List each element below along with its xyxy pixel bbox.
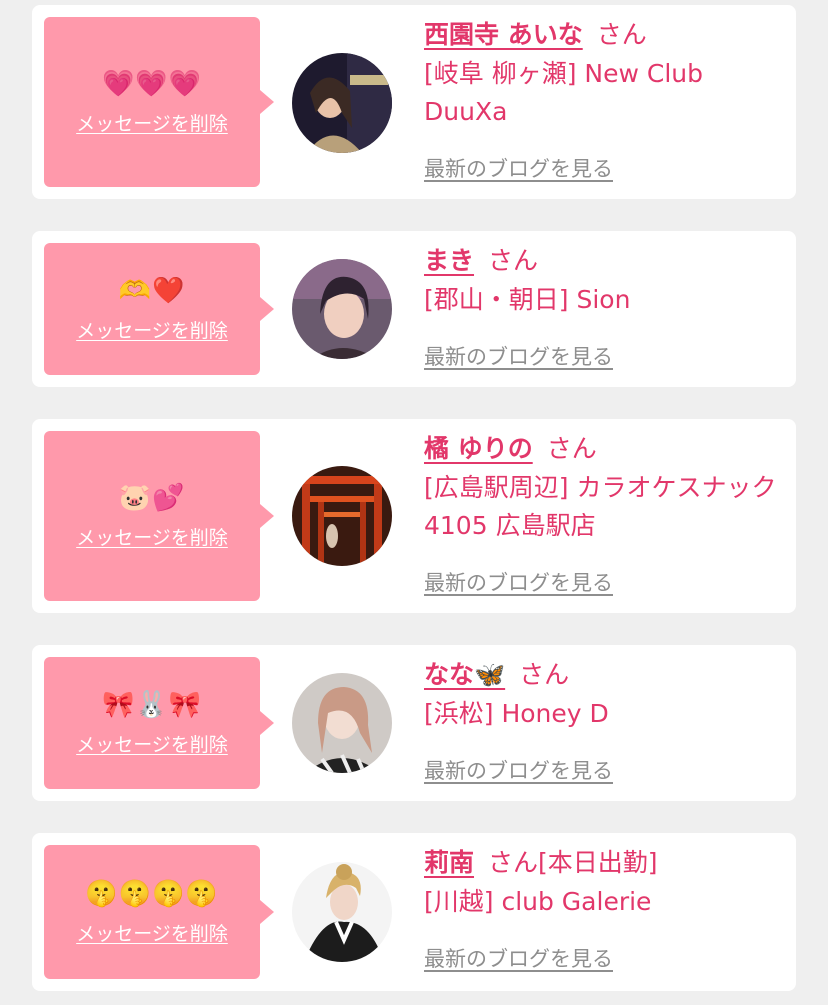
latest-blog-link[interactable]: 最新のブログを見る [424, 153, 613, 183]
message-bubble: 🎀🐰🎀 メッセージを削除 [44, 657, 274, 789]
honorific: さん [488, 246, 539, 275]
stamp-emoji: 🐷💕 [118, 482, 186, 513]
cast-info: なな🦋 さん [浜松] Honey D [424, 655, 784, 733]
honorific: さん [596, 20, 647, 49]
latest-blog-link[interactable]: 最新のブログを見る [424, 567, 613, 597]
honorific: さん[本日出勤] [488, 848, 658, 877]
delete-message-link[interactable]: メッセージを削除 [76, 316, 228, 343]
name-line: 莉南 さん[本日出勤] [424, 843, 784, 883]
cast-info: 西園寺 あいな さん [岐阜 柳ヶ瀬] New Club DuuXa [424, 15, 784, 131]
avatar[interactable] [292, 259, 392, 359]
honorific: さん [546, 434, 597, 463]
shop-name: [広島駅周辺] カラオケスナック 4105 広島駅店 [424, 473, 777, 540]
message-card: 🐷💕 メッセージを削除 橘 ゆりの さん [広島駅周辺] カラオケスナック 410… [32, 419, 796, 613]
name-line: まき さん [424, 241, 784, 281]
photo-avatar-icon [292, 862, 392, 962]
cast-info: 莉南 さん[本日出勤] [川越] club Galerie [424, 843, 784, 921]
name-line: 西園寺 あいな さん [424, 15, 784, 55]
avatar[interactable] [292, 53, 392, 153]
delete-message-link[interactable]: メッセージを削除 [76, 730, 228, 757]
avatar[interactable] [292, 862, 392, 962]
delete-message-link[interactable]: メッセージを削除 [76, 109, 228, 136]
latest-blog-link[interactable]: 最新のブログを見る [424, 341, 613, 371]
message-bubble: 🤫🤫🤫🤫 メッセージを削除 [44, 845, 274, 979]
shop-name: [郡山・朝日] Sion [424, 285, 631, 314]
stamp-emoji: 🤫🤫🤫🤫 [85, 878, 219, 909]
message-bubble: 🐷💕 メッセージを削除 [44, 431, 274, 601]
cast-name-link[interactable]: 莉南 [424, 848, 474, 877]
cast-name-link[interactable]: 橘 ゆりの [424, 434, 533, 463]
cast-info: まき さん [郡山・朝日] Sion [424, 241, 784, 319]
message-card: 🤫🤫🤫🤫 メッセージを削除 莉南 さん[本日出勤] [川越] club Galer… [32, 833, 796, 991]
message-bubble: 💗💗💗 メッセージを削除 [44, 17, 274, 187]
stamp-emoji: 🫶❤️ [118, 275, 186, 306]
avatar[interactable] [292, 466, 392, 566]
shop-name: [岐阜 柳ヶ瀬] New Club DuuXa [424, 59, 703, 126]
message-bubble: 🫶❤️ メッセージを削除 [44, 243, 274, 375]
latest-blog-link[interactable]: 最新のブログを見る [424, 755, 613, 785]
cast-info: 橘 ゆりの さん [広島駅周辺] カラオケスナック 4105 広島駅店 [424, 429, 784, 545]
latest-blog-link[interactable]: 最新のブログを見る [424, 943, 613, 973]
shop-name: [川越] club Galerie [424, 887, 652, 916]
photo-avatar-icon [292, 53, 392, 153]
delete-message-link[interactable]: メッセージを削除 [76, 523, 228, 550]
name-line: なな🦋 さん [424, 655, 784, 695]
avatar[interactable] [292, 673, 392, 773]
cast-name-link[interactable]: 西園寺 あいな [424, 20, 583, 49]
cast-name-link[interactable]: まき [424, 246, 474, 275]
photo-avatar-icon [292, 259, 392, 359]
delete-message-link[interactable]: メッセージを削除 [76, 919, 228, 946]
stamp-emoji: 🎀🐰🎀 [101, 689, 203, 720]
message-card: 🎀🐰🎀 メッセージを削除 なな🦋 さん [浜松] Honey D 最新のブログを見… [32, 645, 796, 801]
name-line: 橘 ゆりの さん [424, 429, 784, 469]
cast-name-link[interactable]: なな🦋 [424, 660, 505, 689]
honorific: さん [519, 660, 570, 689]
photo-avatar-icon [292, 673, 392, 773]
photo-avatar-icon [292, 466, 392, 566]
stamp-emoji: 💗💗💗 [101, 68, 203, 99]
message-card: 💗💗💗 メッセージを削除 西園寺 あいな さん [岐阜 柳ヶ瀬] New Club… [32, 5, 796, 199]
shop-name: [浜松] Honey D [424, 699, 609, 728]
message-card: 🫶❤️ メッセージを削除 まき さん [郡山・朝日] Sion 最新のブログを見る [32, 231, 796, 387]
